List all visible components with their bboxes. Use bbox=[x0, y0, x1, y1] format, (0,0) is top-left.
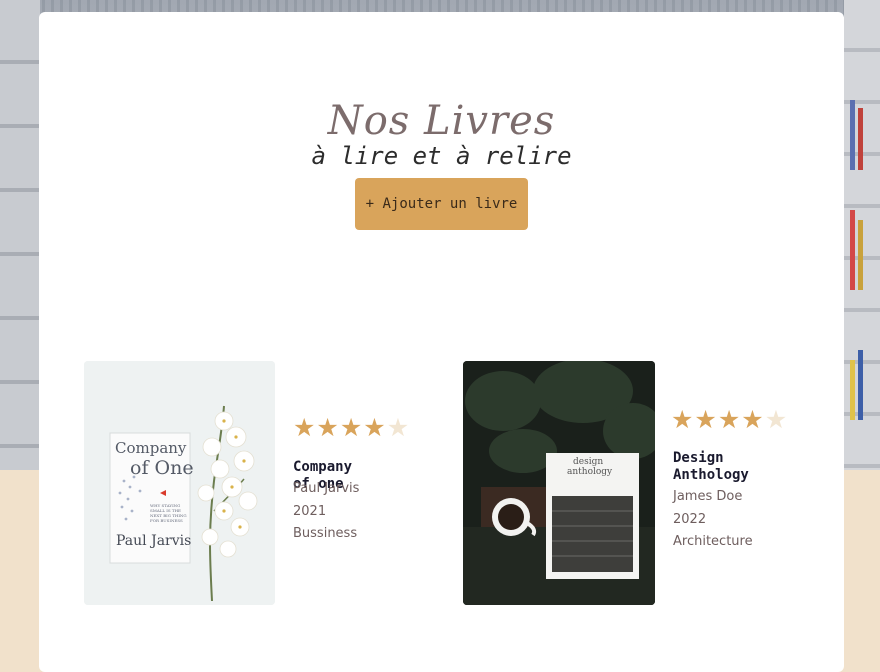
book-category: Bussiness bbox=[293, 526, 358, 541]
book-meta: Paul Jarvis 2021 Bussiness bbox=[293, 478, 359, 546]
cover-title-line1: Company bbox=[115, 439, 187, 457]
add-book-button[interactable]: + Ajouter un livre bbox=[355, 178, 528, 230]
star-icon: ★ bbox=[671, 405, 695, 434]
book-category: Architecture bbox=[673, 534, 753, 549]
star-icon: ★ bbox=[694, 405, 718, 434]
book-author: Paul Jarvis bbox=[293, 481, 360, 496]
star-icon: ★ bbox=[764, 405, 789, 434]
star-icon: ★ bbox=[339, 413, 364, 442]
book-title[interactable]: Design Anthology bbox=[673, 450, 763, 484]
cover-illustration bbox=[84, 361, 275, 605]
book-cover-image[interactable]: Company of One WHY STAYING SMALL IS THE … bbox=[84, 361, 275, 605]
book-author: James Doe bbox=[673, 489, 743, 504]
book-year: 2022 bbox=[673, 511, 707, 527]
star-icon: ★ bbox=[386, 413, 411, 442]
star-icon: ★ bbox=[316, 413, 340, 442]
cover-title-line2: of One bbox=[130, 457, 194, 479]
star-icon: ★ bbox=[741, 405, 765, 434]
cover-title-line2: anthology bbox=[567, 467, 613, 477]
cover-title-line1: design bbox=[573, 457, 604, 467]
star-icon: ★ bbox=[717, 405, 742, 434]
bookshelf-left bbox=[0, 0, 40, 470]
cover-author: Paul Jarvis bbox=[116, 533, 192, 549]
book-year: 2021 bbox=[293, 503, 327, 519]
star-icon: ★ bbox=[363, 413, 387, 442]
rating-stars: ★★★★★ bbox=[671, 407, 788, 432]
bookshelf-right bbox=[844, 0, 880, 470]
rating-stars: ★★★★★ bbox=[293, 415, 410, 440]
cover-illustration bbox=[463, 361, 655, 605]
book-meta: James Doe 2022 Architecture bbox=[673, 486, 753, 554]
page-title: Nos Livres bbox=[327, 98, 556, 144]
cover-tagline: WHY STAYING SMALL IS THE NEXT BIG THING … bbox=[150, 503, 187, 523]
page-subtitle: à lire et à relire bbox=[311, 142, 572, 170]
books-panel: Nos Livres à lire et à relire + Ajouter … bbox=[39, 12, 844, 672]
book-cover-image[interactable]: design anthology bbox=[463, 361, 655, 605]
star-icon: ★ bbox=[293, 413, 317, 442]
